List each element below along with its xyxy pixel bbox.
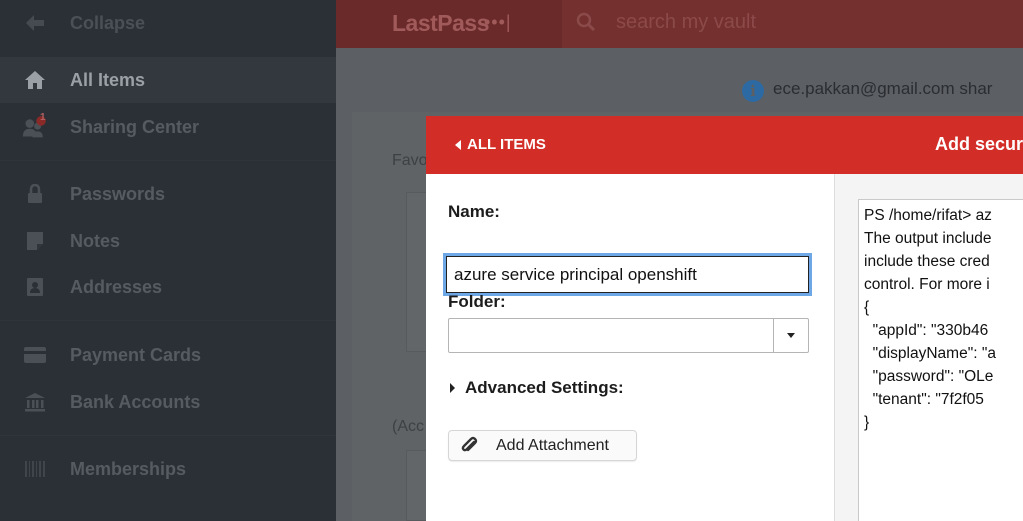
sidebar-item-label: Addresses — [70, 276, 163, 297]
advanced-settings-toggle[interactable]: Advanced Settings: — [450, 378, 624, 398]
sidebar-divider — [0, 435, 336, 436]
add-attachment-button[interactable]: Add Attachment — [448, 430, 637, 461]
sidebar-item-label: Passwords — [70, 183, 166, 204]
logo-dots: •••| — [484, 12, 512, 32]
lock-icon — [22, 181, 48, 207]
accounts-heading: (Acc — [392, 418, 424, 435]
share-notice-text: ece.pakkan@gmail.com shar — [773, 79, 993, 98]
sidebar: Collapse All Items 1 Sharing Center Pass… — [0, 0, 336, 521]
barcode-icon — [22, 456, 48, 482]
notes-line: "displayName": "a — [864, 345, 996, 362]
notes-line: { — [864, 299, 870, 316]
info-icon: i — [742, 80, 764, 102]
note-icon — [22, 228, 48, 254]
collapse-label: Collapse — [70, 12, 146, 33]
notes-line: "tenant": "7f2f05 — [864, 391, 984, 408]
paperclip-icon — [460, 436, 480, 456]
sidebar-item-label: All Items — [70, 69, 146, 90]
card-icon — [22, 342, 48, 368]
caret-left-icon — [455, 139, 461, 150]
dialog-title: Add secur — [935, 134, 1023, 154]
back-label: ALL ITEMS — [467, 136, 546, 153]
sidebar-item-label: Bank Accounts — [70, 391, 201, 412]
sidebar-item-all-items[interactable]: All Items — [0, 57, 336, 103]
sidebar-item-label: Notes — [70, 230, 121, 251]
sidebar-item-label: Payment Cards — [70, 344, 202, 365]
name-label: Name: — [448, 202, 500, 221]
folder-label: Folder: — [448, 292, 506, 311]
back-to-all-items-link[interactable]: ALL ITEMS — [455, 136, 546, 153]
arrow-left-icon — [22, 10, 48, 36]
favorites-heading: Favo — [392, 152, 428, 169]
sidebar-item-payment-cards[interactable]: Payment Cards — [0, 332, 336, 378]
home-icon — [22, 67, 48, 93]
bank-icon — [22, 389, 48, 415]
add-attachment-label: Add Attachment — [496, 437, 609, 454]
sidebar-item-memberships[interactable]: Memberships — [0, 446, 336, 492]
sidebar-divider — [0, 160, 336, 161]
sidebar-item-passwords[interactable]: Passwords — [0, 171, 336, 217]
sidebar-item-bank-accounts[interactable]: Bank Accounts — [0, 379, 336, 425]
collapse-button[interactable]: Collapse — [0, 0, 336, 46]
name-field[interactable] — [443, 253, 812, 296]
sharing-badge: 1 — [40, 112, 46, 123]
notes-line: include these cred — [864, 253, 990, 270]
notes-line: PS /home/rifat> az — [864, 207, 992, 224]
sidebar-item-label: Sharing Center — [70, 116, 200, 137]
search-placeholder: search my vault — [616, 11, 757, 33]
dialog-header: ALL ITEMS Add secur — [426, 116, 1023, 174]
notes-line: "appId": "330b46 — [864, 322, 989, 339]
notes-line: "password": "OLe — [864, 368, 994, 385]
notes-line: } — [864, 414, 870, 431]
folder-dropdown-button[interactable] — [773, 319, 808, 352]
notes-line: The output include — [864, 230, 992, 247]
chevron-down-icon — [787, 333, 795, 338]
search-icon — [576, 12, 596, 32]
sidebar-item-label: Memberships — [70, 458, 187, 479]
folder-select[interactable] — [448, 318, 809, 353]
sidebar-item-addresses[interactable]: Addresses — [0, 264, 336, 310]
caret-right-icon — [450, 383, 455, 393]
notes-textarea[interactable]: PS /home/rifat> az The output include in… — [858, 199, 1023, 521]
address-icon — [22, 274, 48, 300]
notes-line: control. For more i — [864, 276, 990, 293]
advanced-settings-label: Advanced Settings: — [465, 378, 624, 397]
sidebar-item-notes[interactable]: Notes — [0, 218, 336, 264]
sidebar-item-sharing-center[interactable]: 1 Sharing Center — [0, 104, 336, 150]
lastpass-logo: LastPass — [392, 10, 490, 36]
sidebar-divider — [0, 320, 336, 321]
